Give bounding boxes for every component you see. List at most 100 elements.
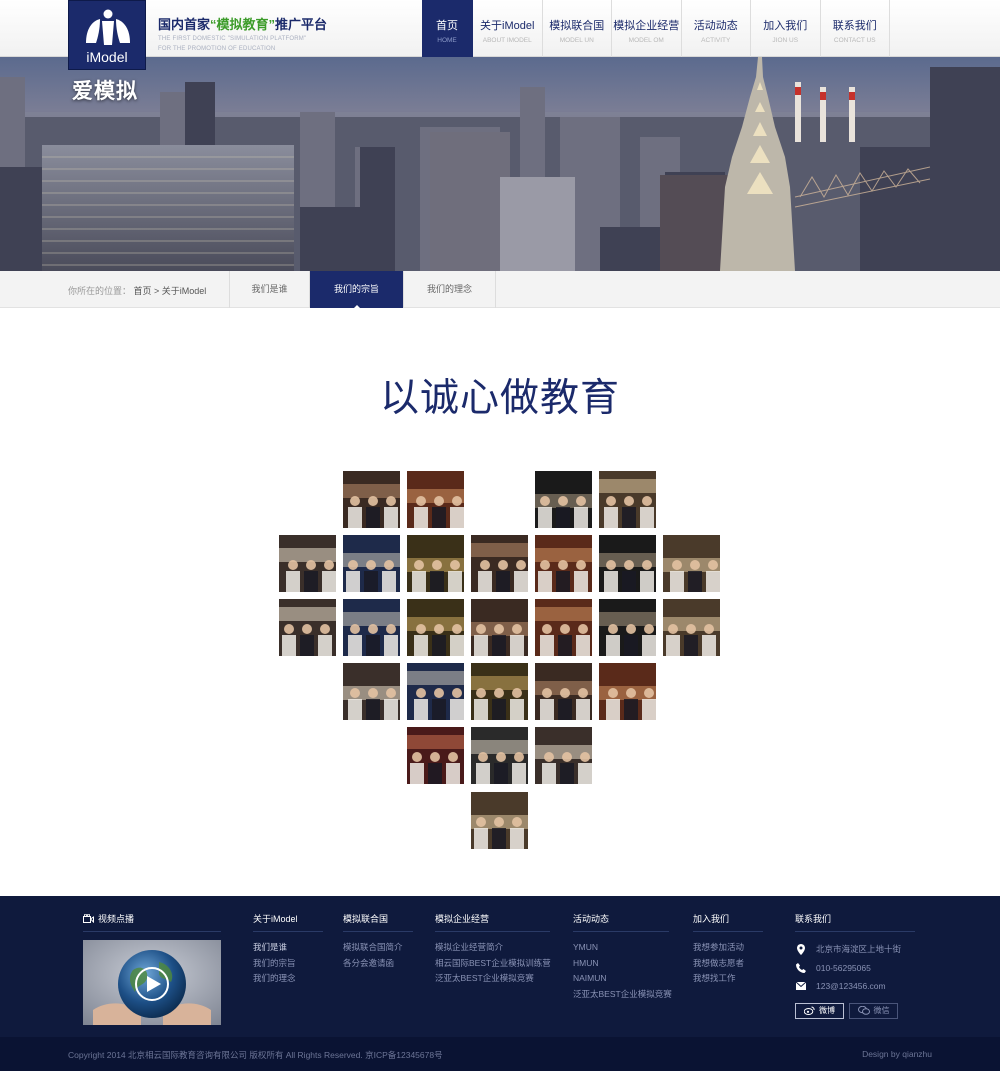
tab-1[interactable]: 我们的宗旨 bbox=[310, 271, 404, 309]
mosaic-photo bbox=[599, 535, 656, 592]
nav-item-4[interactable]: 活动动态 ACTIVITY bbox=[682, 0, 751, 57]
tab-0[interactable]: 我们是谁 bbox=[230, 271, 310, 308]
wechat-icon bbox=[857, 1006, 870, 1015]
footer-link[interactable]: 我们是谁 bbox=[253, 940, 323, 956]
logo-mark-icon bbox=[86, 9, 130, 45]
footer-col-contact: 联系我们 北京市海淀区上地十街 010-56295065 123@123456.… bbox=[795, 912, 915, 1019]
footer-link[interactable]: 泛亚太BEST企业模拟竞赛 bbox=[573, 987, 672, 1003]
mosaic-photo bbox=[535, 471, 592, 528]
footer-link[interactable]: HMUN bbox=[573, 956, 669, 972]
nav-item-5[interactable]: 加入我们 JION US bbox=[751, 0, 821, 57]
mosaic-photo bbox=[471, 727, 528, 784]
contact-address-text: 北京市海淀区上地十街 bbox=[816, 944, 902, 954]
breadcrumb: 你所在的位置： 首页 > 关于iModel bbox=[68, 284, 206, 297]
weibo-label: 微博 bbox=[819, 1006, 835, 1015]
weibo-button[interactable]: 微博 bbox=[795, 1002, 844, 1019]
city-skyline-image bbox=[0, 57, 1000, 271]
nav-item-label: 首页 bbox=[436, 20, 458, 32]
slogan: 国内首家“模拟教育”推广平台 THE FIRST DOMESTIC "SIMUL… bbox=[158, 14, 327, 53]
contact-phone-text: 010-56295065 bbox=[816, 962, 871, 973]
mosaic-photo bbox=[535, 727, 592, 784]
nav-item-sublabel: JION US bbox=[772, 37, 799, 44]
footer-link[interactable]: 我想找工作 bbox=[693, 971, 763, 987]
hero-banner: 爱模拟 bbox=[0, 57, 1000, 271]
designer-credit: Design by qianzhu bbox=[862, 1049, 932, 1059]
mosaic-photo bbox=[471, 535, 528, 592]
mosaic-photo bbox=[471, 599, 528, 656]
nav-item-label: 关于iModel bbox=[480, 20, 535, 32]
weibo-icon bbox=[804, 1006, 815, 1015]
nav-item-3[interactable]: 模拟企业经营 MODEL OM bbox=[612, 0, 682, 57]
nav-item-label: 活动动态 bbox=[693, 20, 738, 32]
mosaic-photo bbox=[535, 535, 592, 592]
mosaic-photo bbox=[279, 599, 336, 656]
mosaic-photo bbox=[599, 599, 656, 656]
footer-link[interactable]: 相云国际BEST企业模拟训练营 bbox=[435, 956, 551, 972]
footer-col-video: 视频点播 bbox=[83, 912, 221, 940]
video-thumbnail[interactable] bbox=[83, 940, 221, 1025]
footer-link[interactable]: YMUN bbox=[573, 940, 669, 956]
footer-activity-heading: 活动动态 bbox=[573, 912, 669, 932]
footer-mun-heading: 模拟联合国 bbox=[343, 912, 413, 932]
globe-in-hands-image bbox=[83, 940, 221, 1025]
mosaic-photo bbox=[663, 599, 720, 656]
logo-text: iModel bbox=[86, 49, 128, 65]
nav-item-sublabel: ABOUT IMODEL bbox=[482, 37, 532, 44]
footer-link[interactable]: 我想参加活动 bbox=[693, 940, 763, 956]
mosaic-photo bbox=[343, 535, 400, 592]
nav-item-6[interactable]: 联系我们 CONTACT US bbox=[821, 0, 890, 57]
nav-item-sublabel: ACTIVITY bbox=[701, 37, 731, 44]
footer-om-heading: 模拟企业经营 bbox=[435, 912, 550, 932]
footer-link[interactable]: 泛亚太BEST企业模拟竞赛 bbox=[435, 971, 550, 987]
footer-link[interactable]: 模拟企业经营简介 bbox=[435, 940, 550, 956]
footer-col-om: 模拟企业经营 模拟企业经营简介 相云国际BEST企业模拟训练营 泛亚太BEST企业模… bbox=[435, 912, 551, 987]
mosaic-photo bbox=[343, 471, 400, 528]
footer-activity-links: YMUN HMUN NAIMUN 泛亚太BEST企业模拟竞赛 bbox=[573, 940, 672, 1003]
contact-email-text[interactable]: 123@123456.com bbox=[816, 977, 886, 996]
nav-item-0[interactable]: 首页 HOME bbox=[422, 0, 473, 57]
contact-email: 123@123456.com bbox=[795, 977, 915, 996]
nav-item-label: 联系我们 bbox=[832, 20, 877, 32]
footer-col-join: 加入我们 我想参加活动 我想做志愿者 我想找工作 bbox=[693, 912, 763, 987]
sub-navigation: 你所在的位置： 首页 > 关于iModel 我们是谁 我们的宗旨 我们的理念 bbox=[0, 271, 1000, 309]
footer-contact-heading: 联系我们 bbox=[795, 912, 915, 932]
breadcrumb-path[interactable]: 首页 > 关于iModel bbox=[134, 286, 207, 296]
footer-about-links: 我们是谁 我们的宗旨 我们的理念 bbox=[253, 940, 323, 987]
mail-icon bbox=[795, 980, 807, 992]
footer-link[interactable]: 模拟联合国简介 bbox=[343, 940, 413, 956]
sub-tabs: 我们是谁 我们的宗旨 我们的理念 bbox=[229, 271, 496, 309]
mosaic-photo bbox=[343, 599, 400, 656]
footer-mun-links: 模拟联合国简介 各分会邀请函 bbox=[343, 940, 413, 971]
tab-2[interactable]: 我们的理念 bbox=[404, 271, 496, 308]
mosaic-photo bbox=[407, 663, 464, 720]
breadcrumb-prefix: 你所在的位置： bbox=[68, 286, 132, 296]
copyright-text: Copyright 2014 北京相云国际教育咨询有限公司 版权所有 All R… bbox=[68, 1050, 443, 1060]
footer-link[interactable]: 我们的理念 bbox=[253, 971, 323, 987]
logo[interactable]: iModel bbox=[68, 0, 146, 70]
footer-link[interactable]: NAIMUN bbox=[573, 971, 669, 987]
copyright-bar: Copyright 2014 北京相云国际教育咨询有限公司 版权所有 All R… bbox=[0, 1037, 1000, 1071]
mosaic-photo bbox=[279, 535, 336, 592]
mosaic-photo bbox=[407, 471, 464, 528]
footer-link[interactable]: 我想做志愿者 bbox=[693, 956, 763, 972]
site-header: iModel 国内首家“模拟教育”推广平台 THE FIRST DOMESTIC… bbox=[0, 0, 1000, 70]
video-camera-icon bbox=[83, 914, 94, 923]
phone-icon bbox=[795, 962, 807, 974]
footer-link[interactable]: 各分会邀请函 bbox=[343, 956, 413, 972]
nav-item-label: 模拟企业经营 bbox=[613, 20, 680, 32]
weixin-button[interactable]: 微信 bbox=[849, 1002, 898, 1019]
nav-item-2[interactable]: 模拟联合国 MODEL UN bbox=[543, 0, 612, 57]
mosaic-photo bbox=[407, 599, 464, 656]
nav-item-1[interactable]: 关于iModel ABOUT IMODEL bbox=[473, 0, 543, 57]
video-heading: 视频点播 bbox=[98, 914, 135, 924]
banner-title: 爱模拟 bbox=[72, 80, 138, 103]
nav-item-label: 加入我们 bbox=[763, 20, 808, 32]
nav-item-label: 模拟联合国 bbox=[549, 20, 605, 32]
footer-join-links: 我想参加活动 我想做志愿者 我想找工作 bbox=[693, 940, 763, 987]
mosaic-photo bbox=[535, 663, 592, 720]
nav-item-sublabel: MODEL UN bbox=[559, 37, 594, 44]
nav-item-sublabel: CONTACT US bbox=[833, 37, 876, 44]
footer-link[interactable]: 我们的宗旨 bbox=[253, 956, 323, 972]
weixin-label: 微信 bbox=[873, 1006, 890, 1015]
nav-item-sublabel: HOME bbox=[437, 37, 457, 44]
